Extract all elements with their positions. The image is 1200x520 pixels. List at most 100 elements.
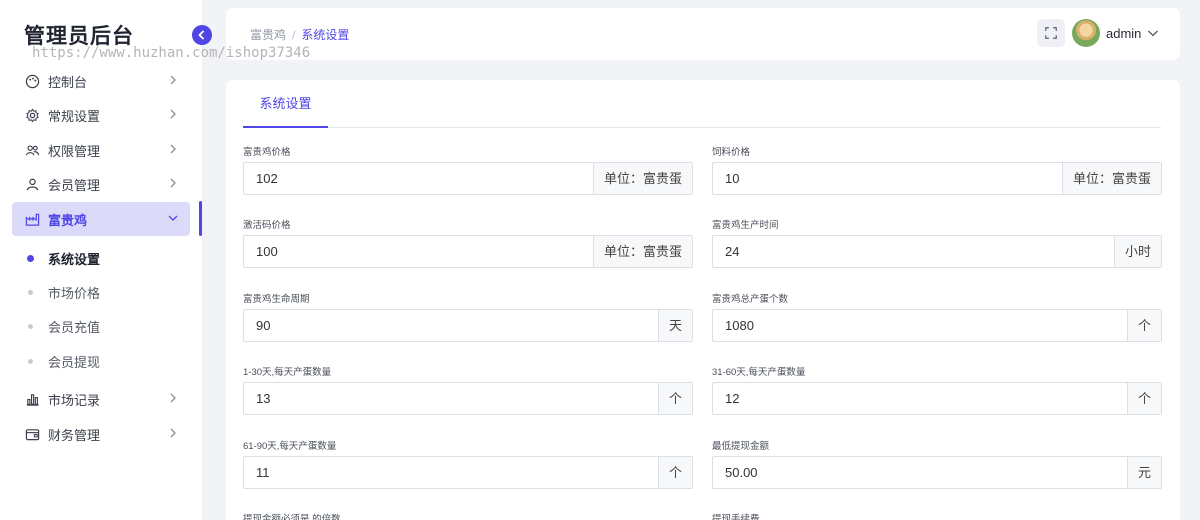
sidebar-subitem-member-withdraw[interactable]: 会员提现 xyxy=(28,349,100,373)
field-label: 激活码价格 xyxy=(243,220,291,231)
field-value[interactable]: 13 xyxy=(244,383,658,414)
palette-icon xyxy=(24,73,40,89)
field-label: 1-30天,每天产蛋数量 xyxy=(243,367,332,378)
collapse-sidebar-button[interactable] xyxy=(192,25,212,45)
field-suffix: 天 xyxy=(657,310,692,341)
chevron-right-icon xyxy=(170,428,176,438)
bullet-dot xyxy=(28,289,33,295)
activation-code-price-input[interactable]: 100 单位：富贵蛋 xyxy=(243,235,693,268)
field-value[interactable]: 50.00 xyxy=(713,457,1127,488)
sidebar-subitem-label: 系统设置 xyxy=(48,251,101,267)
field-suffix: 个 xyxy=(657,457,692,488)
field-value[interactable]: 100 xyxy=(244,236,593,267)
field-label: 61-90天,每天产蛋数量 xyxy=(243,441,337,452)
feed-price-input[interactable]: 10 单位：富贵蛋 xyxy=(712,162,1162,195)
field-label: 提现金额必须是 的倍数 xyxy=(243,514,341,520)
sidebar-item-label: 权限管理 xyxy=(48,143,101,159)
field-suffix: 个 xyxy=(657,383,692,414)
fullscreen-icon xyxy=(1045,27,1057,39)
life-cycle-input[interactable]: 90 天 xyxy=(243,309,693,342)
field-label: 富贵鸡生命周期 xyxy=(243,294,310,305)
field-label: 富贵鸡总产蛋个数 xyxy=(712,294,789,305)
sidebar-item-label: 控制台 xyxy=(48,74,88,90)
sidebar-subitem-system-settings[interactable]: 系统设置 xyxy=(27,246,101,270)
chevron-left-icon xyxy=(198,30,205,40)
sidebar-subitem-label: 会员充值 xyxy=(48,319,101,335)
field-value[interactable]: 90 xyxy=(244,310,658,341)
user-name[interactable]: admin xyxy=(1106,26,1141,41)
sidebar-item-members[interactable]: 会员管理 xyxy=(12,167,190,201)
chevron-right-icon xyxy=(170,178,176,188)
min-withdraw-input[interactable]: 50.00 元 xyxy=(712,456,1162,489)
field-value[interactable]: 1080 xyxy=(713,310,1127,341)
field-value[interactable]: 24 xyxy=(713,236,1114,267)
chevron-right-icon xyxy=(170,393,176,403)
sidebar-item-fuguiji[interactable]: 富贵鸡 xyxy=(12,202,190,236)
breadcrumb: 富贵鸡 / 系统设置 xyxy=(250,26,349,43)
total-eggs-input[interactable]: 1080 个 xyxy=(712,309,1162,342)
sidebar-item-permissions[interactable]: 权限管理 xyxy=(12,133,190,167)
field-value[interactable]: 102 xyxy=(244,163,593,194)
top-header: 富贵鸡 / 系统设置 admin xyxy=(226,8,1180,60)
wallet-icon xyxy=(24,426,40,442)
settings-card: 系统设置 富贵鸡价格 102 单位：富贵蛋 饲料价格 10 单位：富贵蛋 激活码… xyxy=(226,80,1180,520)
bullet-dot xyxy=(28,358,33,364)
sidebar-subitem-label: 会员提现 xyxy=(48,354,101,370)
sidebar-item-market-records[interactable]: 市场记录 xyxy=(12,382,190,416)
sidebar-item-label: 市场记录 xyxy=(48,392,101,408)
eggs-day-31-60-input[interactable]: 12 个 xyxy=(712,382,1162,415)
active-indicator xyxy=(199,201,202,236)
field-suffix: 单位：富贵蛋 xyxy=(1061,163,1161,194)
users-icon xyxy=(24,142,40,158)
field-suffix: 元 xyxy=(1126,457,1161,488)
chevron-down-icon[interactable] xyxy=(1146,26,1160,40)
sidebar-subitem-member-recharge[interactable]: 会员充值 xyxy=(28,314,100,338)
user-icon xyxy=(24,176,40,192)
field-value[interactable]: 10 xyxy=(713,163,1062,194)
chevron-right-icon xyxy=(170,109,176,119)
tab-system-settings[interactable]: 系统设置 xyxy=(243,80,328,128)
sidebar-item-label: 常规设置 xyxy=(48,108,101,124)
sidebar: 管理员后台 https://www.huzhan.com/ishop37346 … xyxy=(0,0,310,520)
chevron-down-icon xyxy=(168,215,178,221)
sidebar-item-finance[interactable]: 财务管理 xyxy=(12,417,190,451)
watermark: https://www.huzhan.com/ishop37346 xyxy=(32,45,311,61)
bullet-dot xyxy=(27,254,34,262)
tab-bar: 系统设置 xyxy=(243,80,1161,128)
field-label: 提现手续费 xyxy=(712,514,760,520)
eggs-day-61-90-input[interactable]: 11 个 xyxy=(243,456,693,489)
field-suffix: 个 xyxy=(1126,310,1161,341)
breadcrumb-item[interactable]: 富贵鸡 xyxy=(250,28,286,42)
sidebar-subitem-label: 市场价格 xyxy=(48,285,101,301)
field-label: 富贵鸡价格 xyxy=(243,147,291,158)
chicken-price-input[interactable]: 102 单位：富贵蛋 xyxy=(243,162,693,195)
field-label: 饲料价格 xyxy=(712,147,751,158)
field-label: 富贵鸡生产时间 xyxy=(712,220,779,231)
field-suffix: 个 xyxy=(1126,383,1161,414)
sidebar-item-label: 会员管理 xyxy=(48,177,101,193)
field-suffix: 单位：富贵蛋 xyxy=(592,163,692,194)
field-label: 最低提现金额 xyxy=(712,441,770,452)
sidebar-item-dashboard[interactable]: 控制台 xyxy=(12,64,190,98)
sidebar-subitem-market-price[interactable]: 市场价格 xyxy=(28,280,100,304)
production-time-input[interactable]: 24 小时 xyxy=(712,235,1162,268)
field-suffix: 单位：富贵蛋 xyxy=(592,236,692,267)
gear-icon xyxy=(24,107,40,123)
bullet-dot xyxy=(28,323,33,329)
field-suffix: 小时 xyxy=(1113,236,1161,267)
sidebar-item-label: 富贵鸡 xyxy=(48,212,88,228)
field-value[interactable]: 12 xyxy=(713,383,1127,414)
chevron-right-icon xyxy=(170,144,176,154)
breadcrumb-separator: / xyxy=(292,28,296,42)
field-value[interactable]: 11 xyxy=(244,457,658,488)
chevron-right-icon xyxy=(170,75,176,85)
sidebar-item-label: 财务管理 xyxy=(48,427,101,443)
avatar[interactable] xyxy=(1072,19,1100,47)
breadcrumb-current: 系统设置 xyxy=(301,28,350,42)
sidebar-item-general-settings[interactable]: 常规设置 xyxy=(12,98,190,132)
bar-chart-icon xyxy=(24,391,40,407)
field-label: 31-60天,每天产蛋数量 xyxy=(712,367,806,378)
factory-icon xyxy=(24,211,40,227)
fullscreen-button[interactable] xyxy=(1037,19,1065,47)
eggs-day-1-30-input[interactable]: 13 个 xyxy=(243,382,693,415)
